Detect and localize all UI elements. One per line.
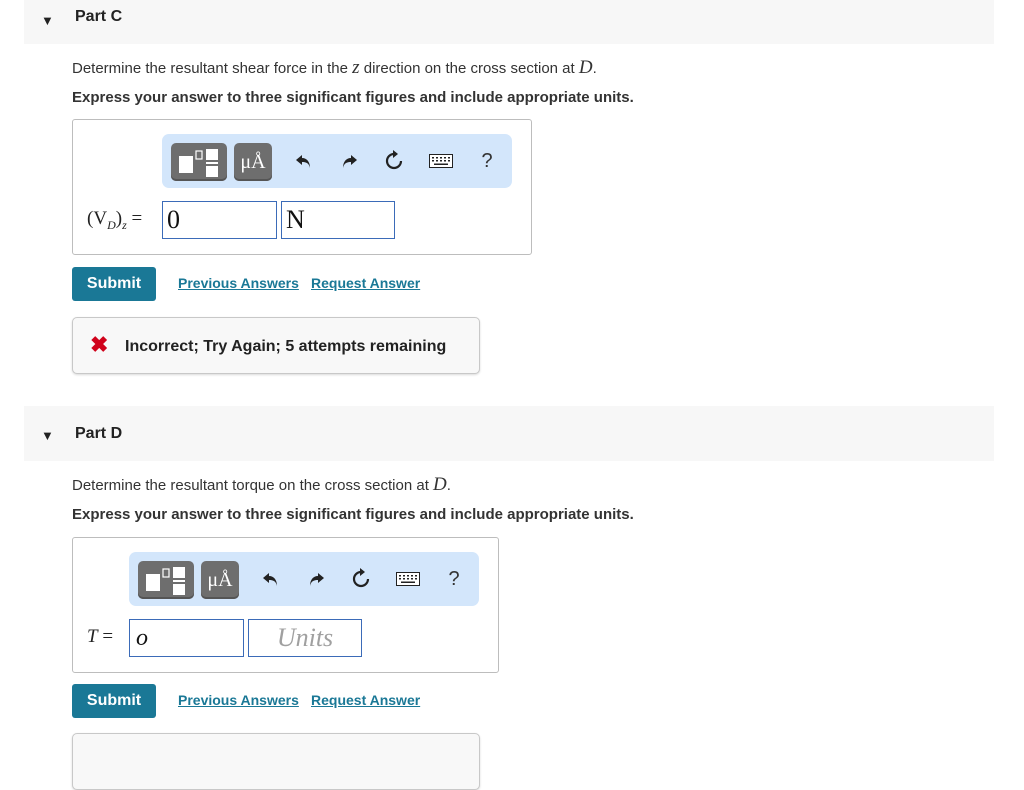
math-toolbar: μÅ ? [129,552,479,606]
prompt-text: direction on the cross section at [359,60,579,77]
math-variable: D [433,474,447,495]
undo-icon[interactable] [291,148,317,174]
units-button[interactable]: μÅ [234,143,272,181]
submit-button[interactable]: Submit [72,267,156,301]
redo-icon[interactable] [336,148,362,174]
reset-icon[interactable] [381,148,407,174]
keyboard-icon[interactable] [427,148,455,174]
undo-icon[interactable] [258,566,284,592]
label-text: = [126,208,143,229]
answer-label: (VD)z = [87,208,142,233]
fraction-template-icon [146,567,185,595]
label-text: (V [87,208,108,229]
part-title: Part C [75,8,123,25]
math-toolbar: μÅ ? [162,134,512,188]
value-input[interactable]: o [129,619,244,657]
question-prompt: Determine the resultant shear force in t… [72,57,597,79]
part-title: Part D [75,425,123,442]
feedback-box [72,733,480,790]
answer-box: μÅ ? (VD)z = 0 N [72,119,532,255]
answer-box: μÅ ? T = o Units [72,537,499,673]
math-variable: D [578,57,593,78]
submit-button[interactable]: Submit [72,684,156,718]
math-variable: z [352,57,360,78]
answer-label: T = [87,626,113,648]
answer-instruction: Express your answer to three significant… [72,89,634,106]
request-answer-link[interactable]: Request Answer [311,275,420,291]
previous-answers-link[interactable]: Previous Answers [178,692,299,708]
templates-button[interactable] [171,143,227,181]
units-input[interactable]: Units [248,619,362,657]
help-button[interactable]: ? [474,148,500,174]
question-prompt: Determine the resultant torque on the cr… [72,474,451,496]
prompt-text: . [592,60,597,77]
request-answer-link[interactable]: Request Answer [311,692,420,708]
answer-instruction: Express your answer to three significant… [72,506,634,523]
part-c-header[interactable]: ▼ Part C [24,0,994,44]
redo-icon[interactable] [303,566,329,592]
collapse-caret-icon[interactable]: ▼ [41,428,54,443]
units-input[interactable]: N [281,201,395,239]
help-button[interactable]: ? [441,566,467,592]
units-button[interactable]: μÅ [201,561,239,599]
incorrect-x-icon: ✖ [90,332,109,357]
reset-icon[interactable] [348,566,374,592]
prompt-text: Determine the resultant shear force in t… [72,60,353,77]
label-text: = [97,626,114,647]
fraction-template-icon [179,149,218,177]
label-variable: T [87,626,98,647]
keyboard-icon[interactable] [394,566,422,592]
collapse-caret-icon[interactable]: ▼ [41,13,54,28]
value-input[interactable]: 0 [162,201,277,239]
label-subscript: D [107,217,116,232]
prompt-text: . [446,477,451,494]
templates-button[interactable] [138,561,194,599]
feedback-box: ✖ Incorrect; Try Again; 5 attempts remai… [72,317,480,374]
part-d-header[interactable]: ▼ Part D [24,406,994,461]
previous-answers-link[interactable]: Previous Answers [178,275,299,291]
prompt-text: Determine the resultant torque on the cr… [72,477,434,494]
feedback-message: Incorrect; Try Again; 5 attempts remaini… [125,338,447,355]
